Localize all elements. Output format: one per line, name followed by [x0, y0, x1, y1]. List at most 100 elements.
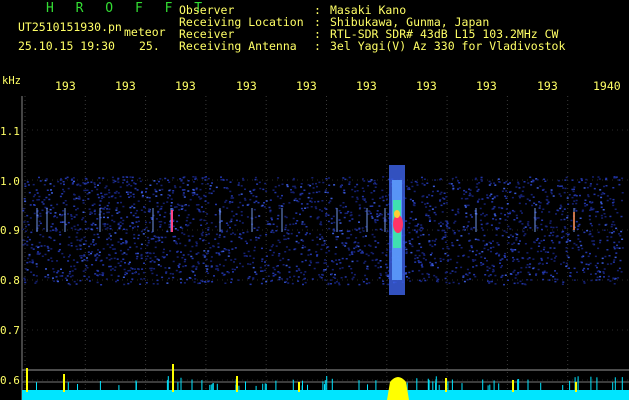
noise-pixel [28, 253, 31, 256]
noise-pixel [600, 193, 603, 196]
noise-pixel [519, 271, 522, 273]
noise-pixel [181, 189, 184, 191]
noise-pixel [119, 264, 122, 267]
noise-pixel [97, 236, 100, 239]
noise-pixel [316, 185, 318, 188]
noise-pixel [321, 244, 324, 246]
noise-pixel [210, 256, 213, 258]
noise-pixel [295, 222, 297, 225]
noise-pixel [489, 182, 492, 185]
noise-pixel [252, 266, 255, 269]
noise-pixel [566, 214, 569, 217]
noise-pixel [489, 195, 492, 197]
noise-pixel [116, 279, 119, 282]
noise-pixel [494, 214, 497, 217]
noise-pixel [117, 275, 120, 277]
noise-pixel [64, 200, 67, 202]
noise-pixel [540, 257, 543, 260]
noise-pixel [421, 195, 424, 198]
noise-pixel [498, 181, 501, 183]
noise-pixel [419, 234, 422, 237]
noise-pixel [351, 278, 354, 280]
noise-pixel [615, 227, 618, 230]
noise-pixel [541, 271, 544, 274]
noise-pixel [261, 258, 264, 260]
noise-pixel [496, 242, 499, 244]
noise-pixel [123, 283, 126, 286]
noise-pixel [581, 179, 583, 182]
noise-pixel [603, 268, 606, 270]
noise-pixel [253, 201, 256, 204]
noise-pixel [597, 231, 600, 234]
noise-pixel [405, 241, 408, 243]
noise-pixel [75, 283, 78, 285]
noise-pixel [535, 239, 538, 241]
noise-pixel [173, 185, 176, 187]
noise-pixel [48, 198, 51, 201]
noise-pixel [366, 265, 369, 268]
noise-pixel [232, 232, 234, 234]
noise-pixel [511, 235, 514, 238]
noise-pixel [463, 189, 466, 192]
noise-pixel [444, 272, 447, 274]
noise-pixel [146, 236, 149, 239]
noise-pixel [455, 267, 458, 269]
noise-pixel [309, 253, 312, 256]
noise-pixel [70, 214, 73, 216]
noise-pixel [145, 191, 147, 193]
noise-pixel [408, 187, 410, 189]
meteor-echo [389, 165, 405, 295]
noise-pixel [42, 235, 45, 238]
noise-pixel [594, 273, 597, 275]
noise-pixel [148, 208, 151, 210]
noise-pixel [420, 230, 422, 232]
noise-pixel [204, 195, 207, 198]
noise-pixel [405, 272, 408, 274]
noise-pixel [264, 269, 267, 272]
noise-pixel [272, 266, 275, 269]
noise-pixel [468, 240, 471, 242]
noise-pixel [431, 208, 434, 210]
noise-pixel [217, 242, 220, 245]
noise-pixel [600, 214, 603, 217]
noise-pixel [261, 247, 263, 250]
noise-pixel [410, 251, 413, 254]
noise-pixel [197, 252, 200, 254]
noise-pixel [605, 177, 608, 180]
noise-pixel [350, 211, 353, 214]
noise-pixel [91, 264, 94, 266]
noise-pixel [140, 247, 143, 250]
noise-pixel [357, 245, 360, 248]
noise-pixel [573, 188, 575, 190]
noise-pixel [164, 267, 167, 269]
noise-pixel [311, 177, 314, 179]
noise-pixel [38, 176, 40, 179]
noise-pixel [410, 181, 413, 184]
noise-pixel [230, 281, 233, 284]
noise-pixel [102, 208, 105, 210]
noise-pixel [480, 256, 483, 258]
noise-pixel [480, 213, 483, 216]
noise-pixel [99, 200, 102, 202]
noise-pixel [465, 226, 468, 229]
noise-pixel [517, 243, 520, 245]
noise-pixel [516, 233, 519, 236]
noise-pixel [143, 211, 146, 213]
noise-pixel [263, 202, 265, 204]
noise-pixel [34, 194, 36, 196]
noise-pixel [423, 277, 426, 280]
noise-pixel [304, 271, 307, 273]
noise-pixel [559, 185, 562, 187]
noise-pixel [420, 280, 423, 283]
noise-pixel [157, 240, 160, 242]
noise-pixel [611, 202, 614, 204]
noise-pixel [451, 244, 454, 247]
noise-pixel [511, 250, 514, 253]
noise-pixel [288, 271, 291, 273]
noise-pixel [423, 184, 426, 186]
noise-pixel [310, 201, 313, 203]
noise-pixel [22, 207, 25, 210]
noise-pixel [488, 180, 491, 183]
noise-pixel [149, 261, 152, 263]
noise-pixel [330, 222, 333, 224]
